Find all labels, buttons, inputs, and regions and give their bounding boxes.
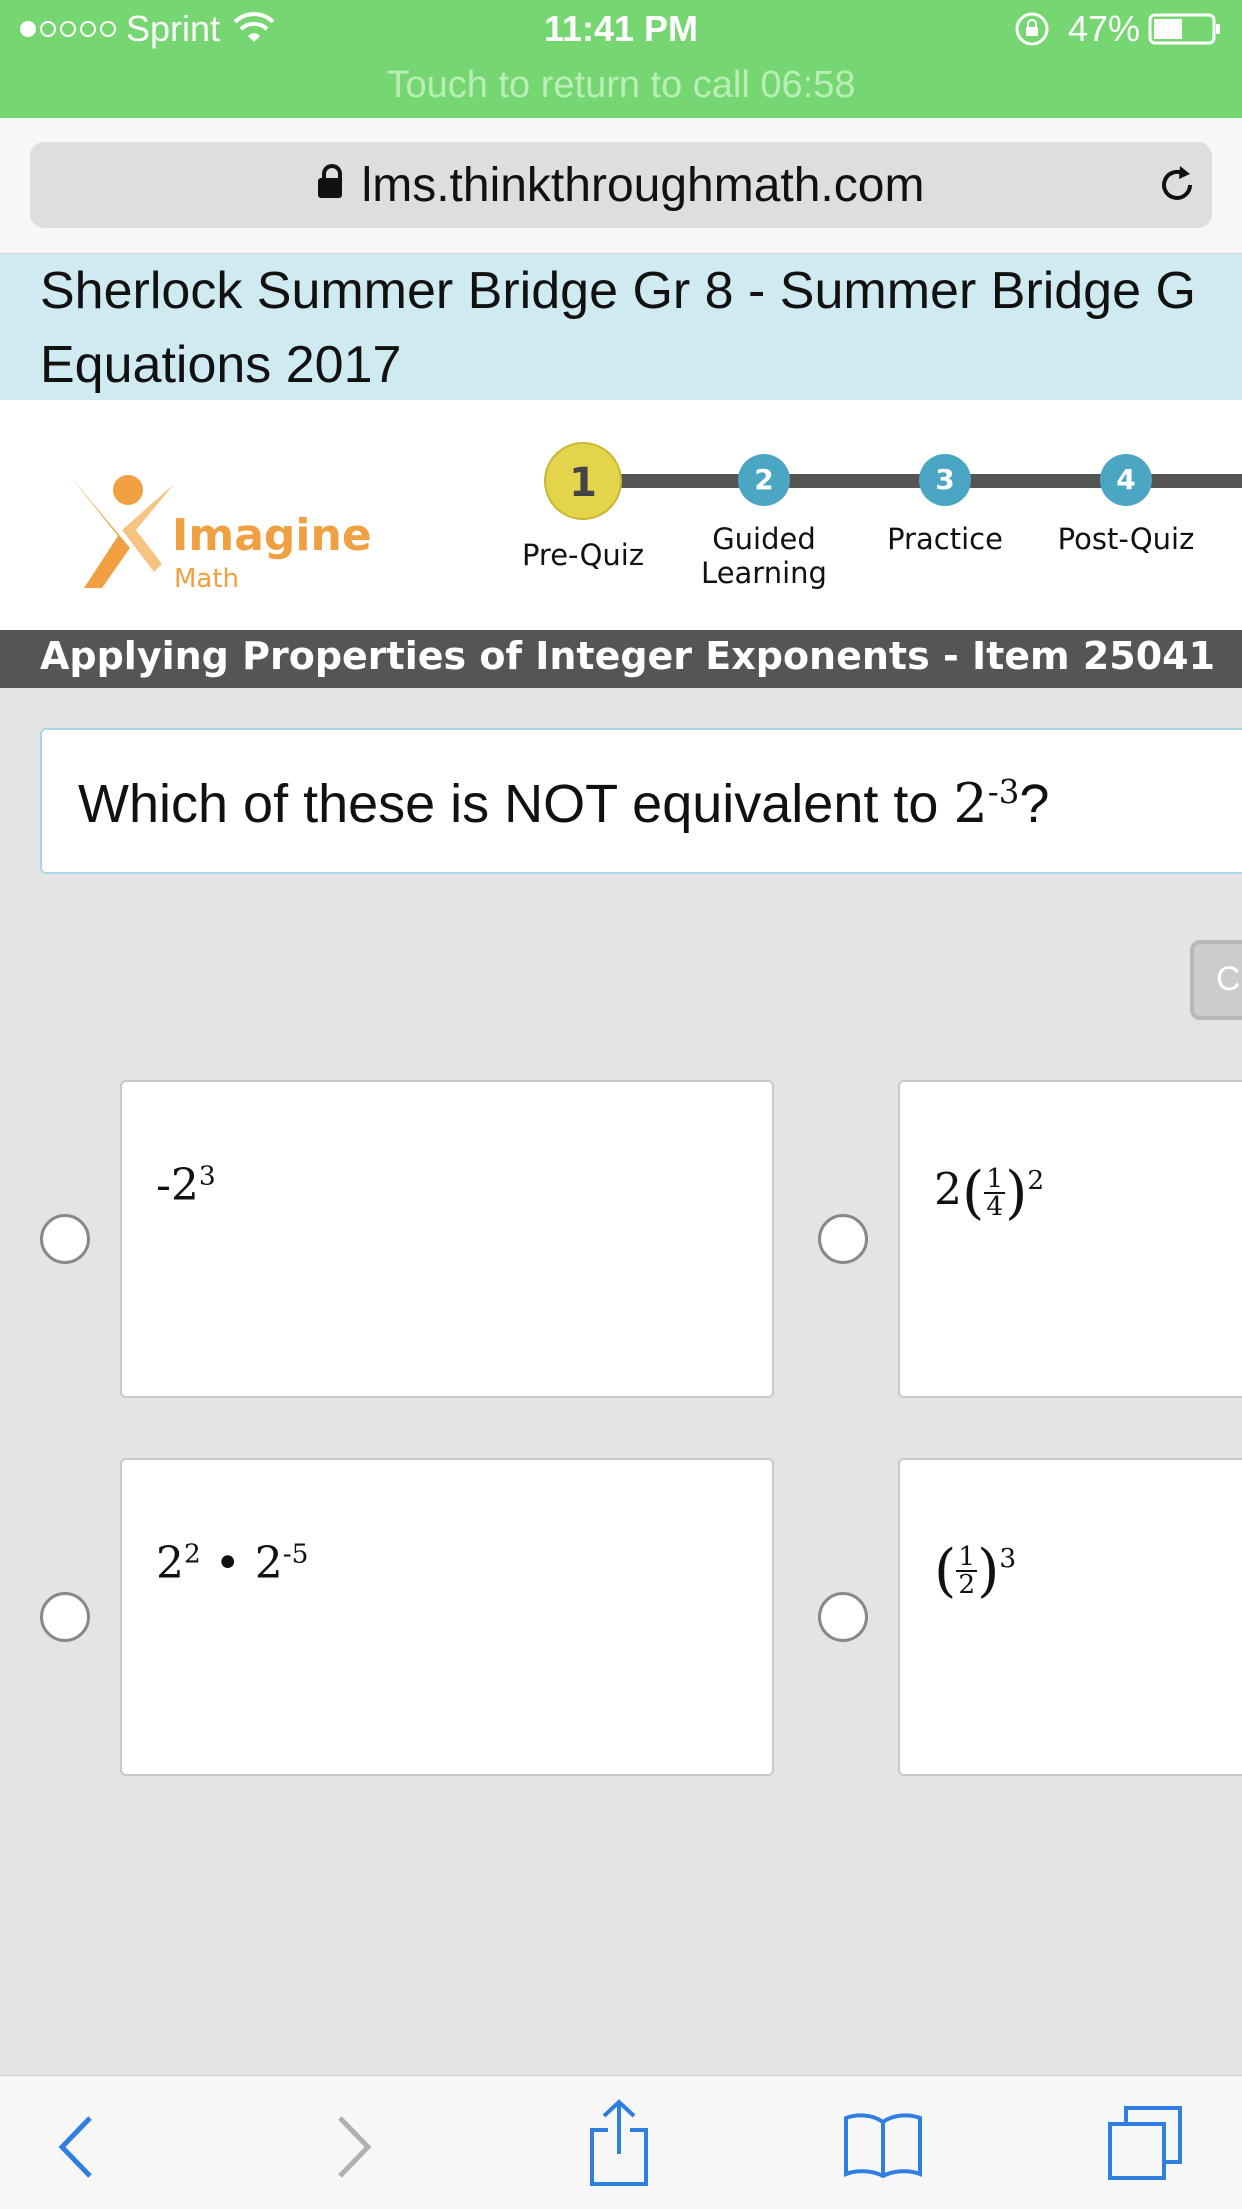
rotation-lock-icon [1015,12,1049,46]
answer-d-exponent: 3 [999,1542,1017,1574]
item-title-bar: Applying Properties of Integer Exponents… [0,630,1242,688]
battery-percent: 47% [1067,8,1140,49]
answer-b-denominator: 4 [986,1191,1004,1222]
step-2-label[interactable]: Guided Learning [679,522,849,590]
answer-d-numerator: 1 [956,1540,978,1572]
reload-icon[interactable] [1154,162,1200,208]
answer-c-base-2: 2 [254,1538,283,1589]
item-title: Applying Properties of Integer Exponents… [40,634,1216,678]
answer-b-coefficient: 2 [934,1164,962,1216]
answer-d-radio[interactable] [818,1592,868,1642]
status-bar: Sprint 11:41 PM 47% Touch to return to c… [0,0,1242,118]
course-title-bar: Sherlock Summer Bridge Gr 8 - Summer Bri… [0,254,1242,400]
battery-info: 47% [1014,8,1222,50]
answer-d-fraction: 12 [956,1540,978,1600]
answer-d-paren-open: ( [934,1538,957,1604]
step-1-circle[interactable]: 1 [544,442,622,520]
question-exponent: -3 [987,773,1020,811]
course-title: Sherlock Summer Bridge Gr 8 - Summer Bri… [40,254,1242,400]
imagine-math-logo-icon [70,475,174,588]
answer-a-radio[interactable] [40,1214,90,1264]
clear-button[interactable]: Cl [1190,940,1242,1020]
question-text: Which of these is NOT equivalent to 2-3? [78,772,1049,835]
step-2-circle[interactable]: 2 [738,454,790,506]
browser-address-area: lms.thinkthroughmath.com [0,118,1242,254]
answer-a-exponent: 3 [198,1160,216,1192]
step-2-label-line-2: Learning [701,556,827,590]
step-4-circle[interactable]: 4 [1100,454,1152,506]
answer-c-card[interactable]: 22 • 2-5 [120,1458,774,1776]
course-title-line-2: Equations 2017 [40,336,402,394]
lock-icon [317,164,342,199]
logo-subtitle: Math [174,564,240,594]
answer-a-base: -2 [156,1160,199,1211]
answer-b-numerator: 1 [984,1162,1006,1194]
question-suffix: ? [1019,774,1050,834]
answer-d-denominator: 2 [958,1569,976,1600]
step-4-label[interactable]: Post-Quiz [1041,522,1211,556]
answer-c-radio[interactable] [40,1592,90,1642]
answer-b-paren-close: ) [1005,1160,1028,1226]
url-display[interactable]: lms.thinkthroughmath.com [30,158,1212,213]
tabs-icon[interactable] [1106,2104,1184,2182]
answer-b-radio[interactable] [818,1214,868,1264]
return-to-call-banner[interactable]: Touch to return to call 06:58 [0,64,1242,107]
answer-d-paren-close: ) [977,1538,1000,1604]
step-2-label-line-1: Guided [712,522,816,556]
lesson-header: Imagine Math 1 Pre-Quiz 2 Guided Learnin… [0,400,1242,630]
answer-d-expression: (1 2)3 [934,1538,1016,1604]
clear-button-label: Cl [1216,960,1242,998]
answer-b-card[interactable]: 2(1 4)2 [898,1080,1242,1398]
answer-d-card[interactable]: (1 2)3 [898,1458,1242,1776]
battery-icon [1148,13,1220,45]
answer-c-exponent-1: 2 [184,1538,201,1570]
forward-arrow-icon[interactable] [334,2114,374,2180]
question-box: Which of these is NOT equivalent to 2-3? [40,728,1242,874]
course-title-line-1: Sherlock Summer Bridge Gr 8 - Summer Bri… [40,262,1196,320]
question-prompt: Which of these is NOT equivalent to [78,774,954,834]
answer-b-expression: 2(1 4)2 [934,1160,1044,1226]
step-1-label[interactable]: Pre-Quiz [498,538,668,572]
step-3-label[interactable]: Practice [860,522,1030,556]
answer-c-base-1: 2 [156,1538,184,1589]
answer-b-paren-open: ( [962,1160,985,1226]
address-bar[interactable]: lms.thinkthroughmath.com [30,142,1212,228]
answer-b-exponent: 2 [1027,1164,1045,1196]
logo-name: Imagine [172,510,372,561]
step-3-circle[interactable]: 3 [919,454,971,506]
bookmarks-icon[interactable] [842,2112,924,2178]
browser-toolbar [0,2075,1242,2209]
answer-b-fraction: 14 [984,1162,1006,1222]
answer-c-exponent-2: -5 [282,1538,309,1570]
url-text: lms.thinkthroughmath.com [361,159,925,212]
share-icon[interactable] [586,2098,652,2188]
answer-c-expression: 22 • 2-5 [156,1538,308,1589]
back-arrow-icon[interactable] [56,2114,96,2180]
question-expression: 2-3 [953,772,1019,835]
answer-a-expression: -23 [156,1160,216,1211]
answer-c-operator: • [214,1538,241,1589]
answer-a-card[interactable]: -23 [120,1080,774,1398]
question-base: 2 [953,772,988,835]
